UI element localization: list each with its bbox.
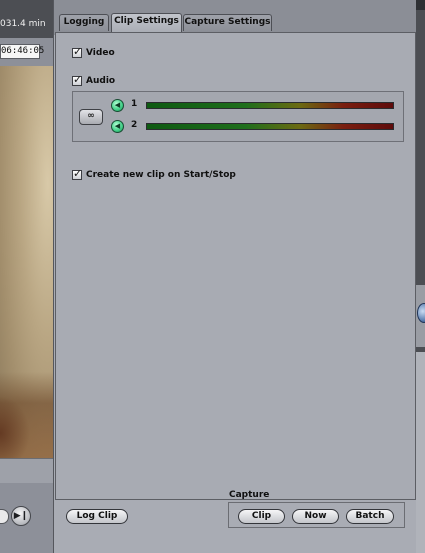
audio-option[interactable]: ✓ Audio [72,73,116,86]
capture-batch-button[interactable]: Batch [346,509,394,524]
timecode-field[interactable]: 06:46:05 [0,44,44,59]
audio-checkbox[interactable]: ✓ [72,73,83,86]
video-preview-shadow [0,396,30,458]
duration-readout: 031.4 min [0,19,46,29]
audio-channels-group: ∞ ◀ 1 ◀ 2 [72,91,404,142]
channel-2-level-meter [146,123,394,130]
background-window-knob[interactable] [417,303,425,323]
tab-bar: Logging Clip Settings Capture Settings [54,0,416,35]
go-to-out-point-button[interactable]: ▶❙ [11,506,31,526]
log-and-capture-panel: Logging Clip Settings Capture Settings ✓… [53,0,416,553]
capture-now-button[interactable]: Now [292,509,339,524]
video-preview [0,66,53,458]
viewer-top-bar: 031.4 min [0,0,53,38]
viewer-scrub-strip[interactable] [0,458,53,483]
link-icon: ∞ [87,111,95,121]
checkmark-icon: ✓ [73,73,83,86]
background-window-edge [416,0,425,553]
background-window-lower-panel [416,352,425,553]
channel-1-speaker-icon[interactable]: ◀ [111,99,124,112]
audio-label: Audio [86,76,116,86]
tab-clip-settings[interactable]: Clip Settings [111,13,182,32]
clip-settings-pane: ✓ Video ✓ Audio ∞ ◀ 1 ◀ 2 ✓ Create new c… [55,32,416,500]
channel-1-level-meter [146,102,394,109]
create-clip-option[interactable]: ✓ Create new clip on Start/Stop [72,167,236,180]
capture-clip-button[interactable]: Clip [238,509,285,524]
checkmark-icon: ✓ [73,45,83,58]
log-clip-button[interactable]: Log Clip [66,509,128,524]
channel-1-label: 1 [131,99,138,109]
go-to-out-point-icon: ▶❙ [13,511,29,521]
video-checkbox[interactable]: ✓ [72,45,83,58]
tab-capture-settings[interactable]: Capture Settings [183,14,272,31]
channel-2-label: 2 [131,120,138,130]
tab-logging[interactable]: Logging [59,14,109,31]
background-window-titlebar [416,0,425,10]
channel-2-speaker-icon[interactable]: ◀ [111,120,124,133]
create-clip-checkbox[interactable]: ✓ [72,167,83,180]
viewer-panel: 031.4 min 06:46:05 ▶❙ [0,0,53,553]
out-point-field[interactable] [0,509,9,524]
video-label: Video [86,48,115,58]
capture-group-label: Capture [229,490,270,500]
checkmark-icon: ✓ [73,167,83,180]
channel-link-button[interactable]: ∞ [79,109,103,125]
video-option[interactable]: ✓ Video [72,45,115,58]
create-clip-label: Create new clip on Start/Stop [86,170,236,180]
